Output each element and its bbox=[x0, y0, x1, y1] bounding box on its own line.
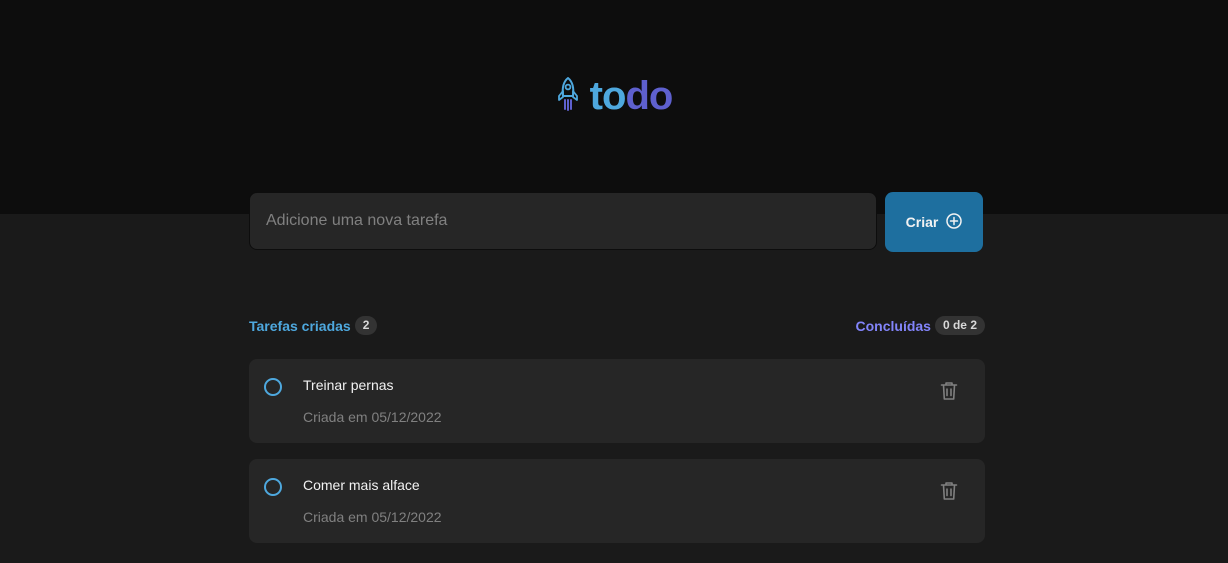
task-date: Criada em 05/12/2022 bbox=[303, 509, 442, 525]
task-title: Comer mais alface bbox=[303, 477, 420, 493]
trash-icon[interactable] bbox=[937, 479, 961, 503]
logo: todo bbox=[0, 74, 1228, 118]
header: todo bbox=[0, 0, 1228, 214]
logo-text-part-1: to bbox=[589, 74, 627, 118]
new-task-form: Criar bbox=[249, 192, 985, 252]
plus-circle-icon bbox=[946, 212, 963, 232]
rocket-icon bbox=[556, 76, 580, 117]
create-button-label: Criar bbox=[905, 214, 939, 230]
created-counter-label: Tarefas criadas bbox=[249, 317, 351, 334]
done-counter: Concluídas 0 de 2 bbox=[855, 316, 985, 335]
done-count-badge: 0 de 2 bbox=[934, 316, 985, 335]
trash-icon[interactable] bbox=[937, 379, 961, 403]
task-item: Comer mais alface Criada em 05/12/2022 bbox=[249, 459, 985, 543]
task-checkbox[interactable] bbox=[264, 478, 282, 496]
created-counter: Tarefas criadas 2 bbox=[249, 316, 378, 335]
task-title: Treinar pernas bbox=[303, 377, 394, 393]
task-item: Treinar pernas Criada em 05/12/2022 bbox=[249, 359, 985, 443]
logo-text-part-2: do bbox=[625, 74, 673, 118]
task-checkbox[interactable] bbox=[264, 378, 282, 396]
created-count-badge: 2 bbox=[354, 316, 378, 335]
new-task-input[interactable] bbox=[249, 192, 877, 250]
done-counter-label: Concluídas bbox=[855, 317, 931, 334]
task-counters: Tarefas criadas 2 Concluídas 0 de 2 bbox=[249, 316, 985, 335]
task-date: Criada em 05/12/2022 bbox=[303, 409, 442, 425]
logo-text: todo bbox=[589, 74, 674, 118]
task-list: Treinar pernas Criada em 05/12/2022 Come… bbox=[249, 359, 985, 543]
create-button[interactable]: Criar bbox=[885, 192, 983, 252]
